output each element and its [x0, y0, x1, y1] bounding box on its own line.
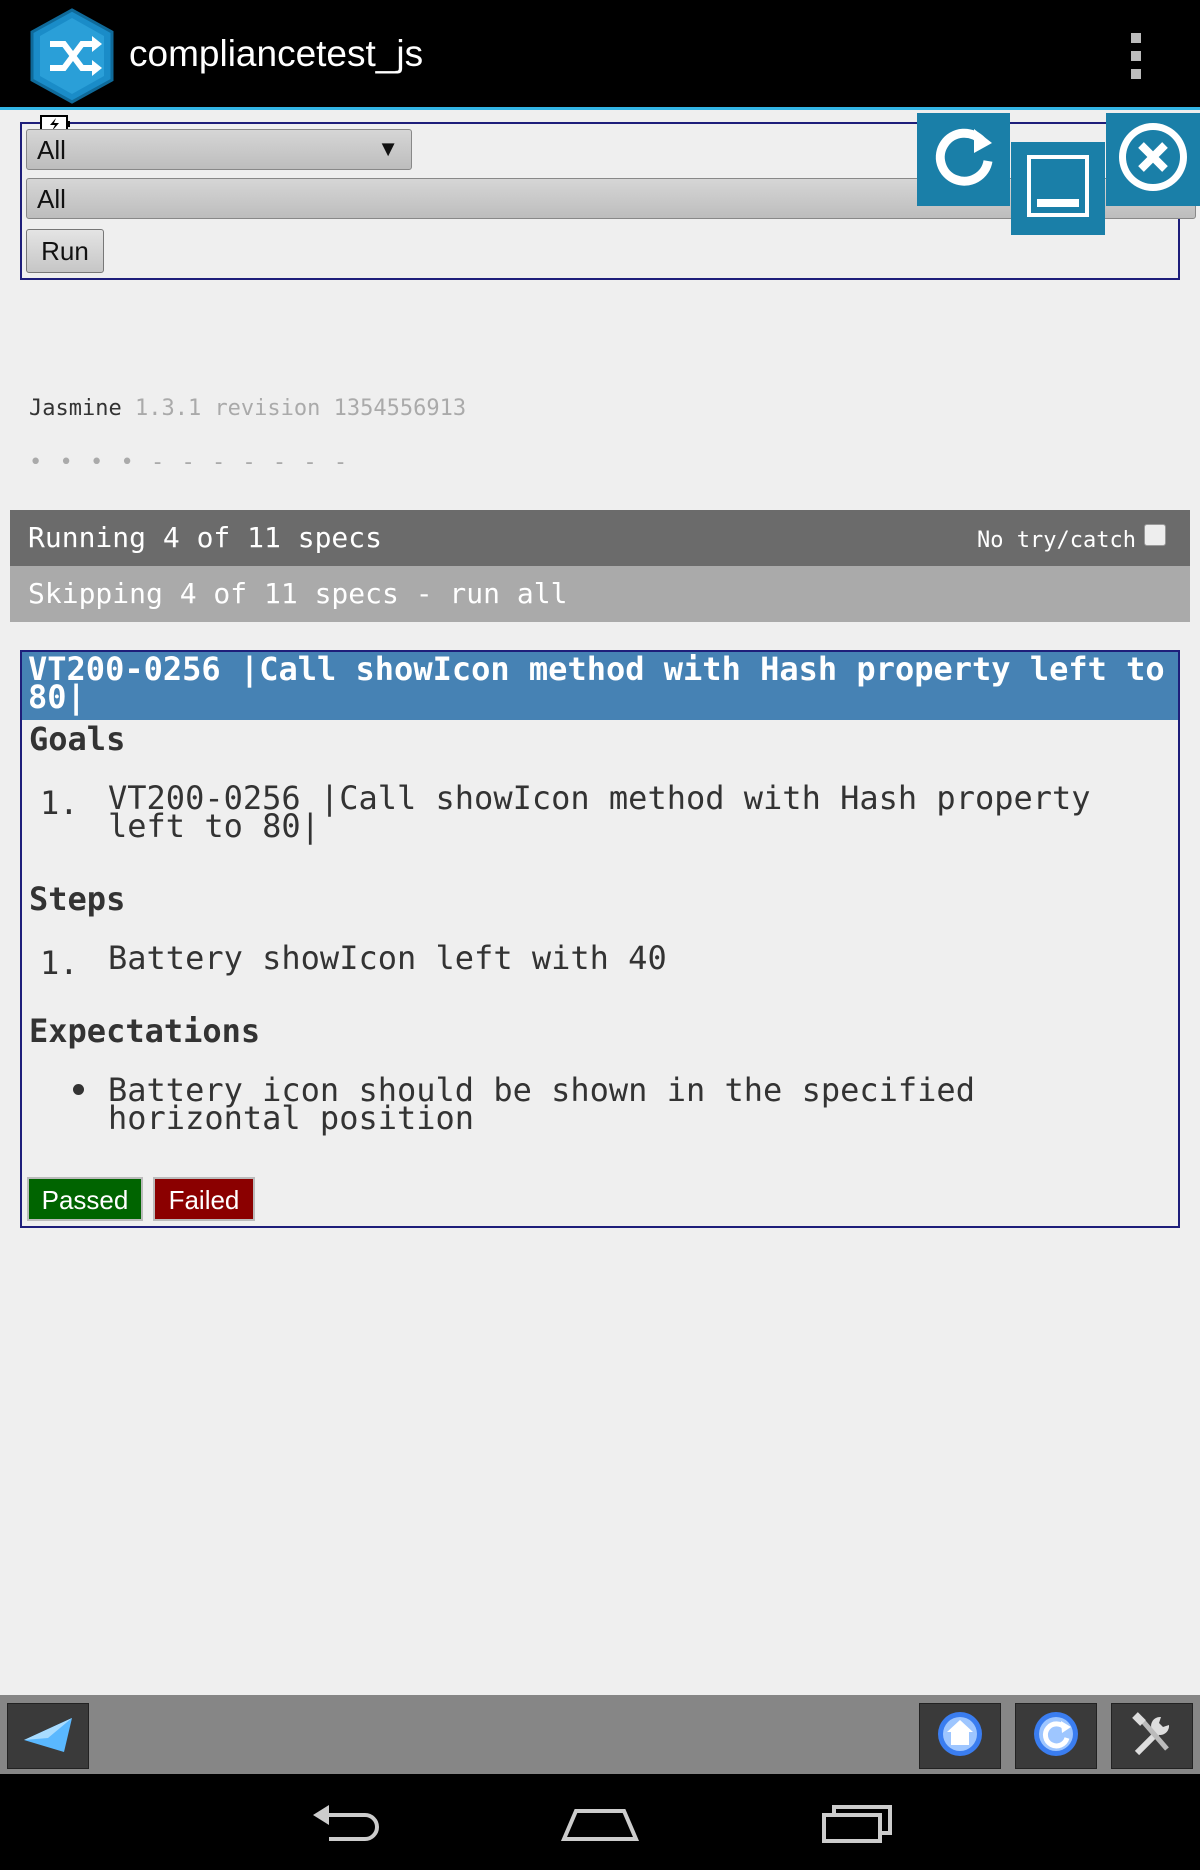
refresh-icon: [928, 121, 1000, 198]
home-icon: [935, 1709, 985, 1764]
action-bar-accent: [0, 107, 1200, 110]
home-button[interactable]: [919, 1703, 1001, 1769]
running-text: Running 4 of 11 specs: [28, 521, 383, 554]
settings-icon: [1127, 1709, 1177, 1764]
nav-home-button[interactable]: [555, 1800, 645, 1850]
goals-heading: Goals: [29, 720, 126, 758]
no-try-catch-checkbox[interactable]: [1144, 523, 1166, 546]
settings-button[interactable]: [1111, 1703, 1193, 1769]
step-number: 1.: [40, 944, 79, 982]
reload-icon: [1031, 1709, 1081, 1764]
running-bar: Running 4 of 11 specs No try/catch: [10, 510, 1190, 566]
goal-item: VT200-0256 |Call showIcon method with Ha…: [108, 779, 1091, 845]
reload-button[interactable]: [1015, 1703, 1097, 1769]
nav-back-button[interactable]: [299, 1800, 389, 1850]
back-arrow-icon: [20, 1712, 76, 1761]
jasmine-version: 1.3.1 revision 1354556913: [134, 396, 467, 421]
passed-button[interactable]: Passed: [27, 1177, 143, 1221]
expectations-heading: Expectations: [29, 1012, 261, 1050]
nav-recents-icon: [820, 1803, 894, 1848]
overflow-menu-icon[interactable]: [1122, 33, 1150, 79]
run-button[interactable]: Run: [26, 229, 104, 273]
dropdown-arrow-icon: ▼: [377, 136, 399, 161]
minimize-icon: [1023, 151, 1093, 226]
spec-title: VT200-0256 |Call showIcon method with Ha…: [22, 652, 1178, 720]
suite-filter-value: All: [37, 184, 66, 214]
goal-number: 1.: [40, 784, 79, 822]
close-icon: [1115, 119, 1191, 200]
skipping-bar[interactable]: Skipping 4 of 11 specs - run all: [10, 566, 1190, 622]
failed-button[interactable]: Failed: [153, 1177, 255, 1221]
skipping-text[interactable]: Skipping 4 of 11 specs - run all: [28, 577, 567, 610]
nav-back-icon: [307, 1803, 381, 1848]
no-try-catch-label: No try/catch: [977, 528, 1136, 553]
spec-progress-dots: • • • • - - - - - - -: [29, 450, 350, 475]
back-button[interactable]: [7, 1703, 89, 1769]
step-item: Battery showIcon left with 40: [108, 939, 667, 977]
jasmine-name: Jasmine: [29, 396, 122, 421]
expectation-item: Battery icon should be shown in the spec…: [108, 1071, 975, 1137]
no-try-catch-toggle[interactable]: No try/catch: [977, 523, 1166, 553]
steps-heading: Steps: [29, 880, 126, 918]
jasmine-version-line: Jasmine 1.3.1 revision 1354556913: [29, 396, 466, 421]
spec-filter-select[interactable]: All ▼: [26, 129, 412, 170]
nav-recents-button[interactable]: [812, 1800, 902, 1850]
app-title: compliancetest_js: [129, 33, 424, 74]
nav-home-icon: [560, 1803, 640, 1848]
bullet-marker: [73, 1084, 84, 1095]
shuffle-hexagon-icon: [28, 8, 116, 104]
refresh-button[interactable]: [917, 113, 1010, 206]
spec-filter-value: All: [37, 135, 66, 165]
minimize-button[interactable]: [1011, 142, 1105, 235]
close-button[interactable]: [1106, 113, 1200, 206]
